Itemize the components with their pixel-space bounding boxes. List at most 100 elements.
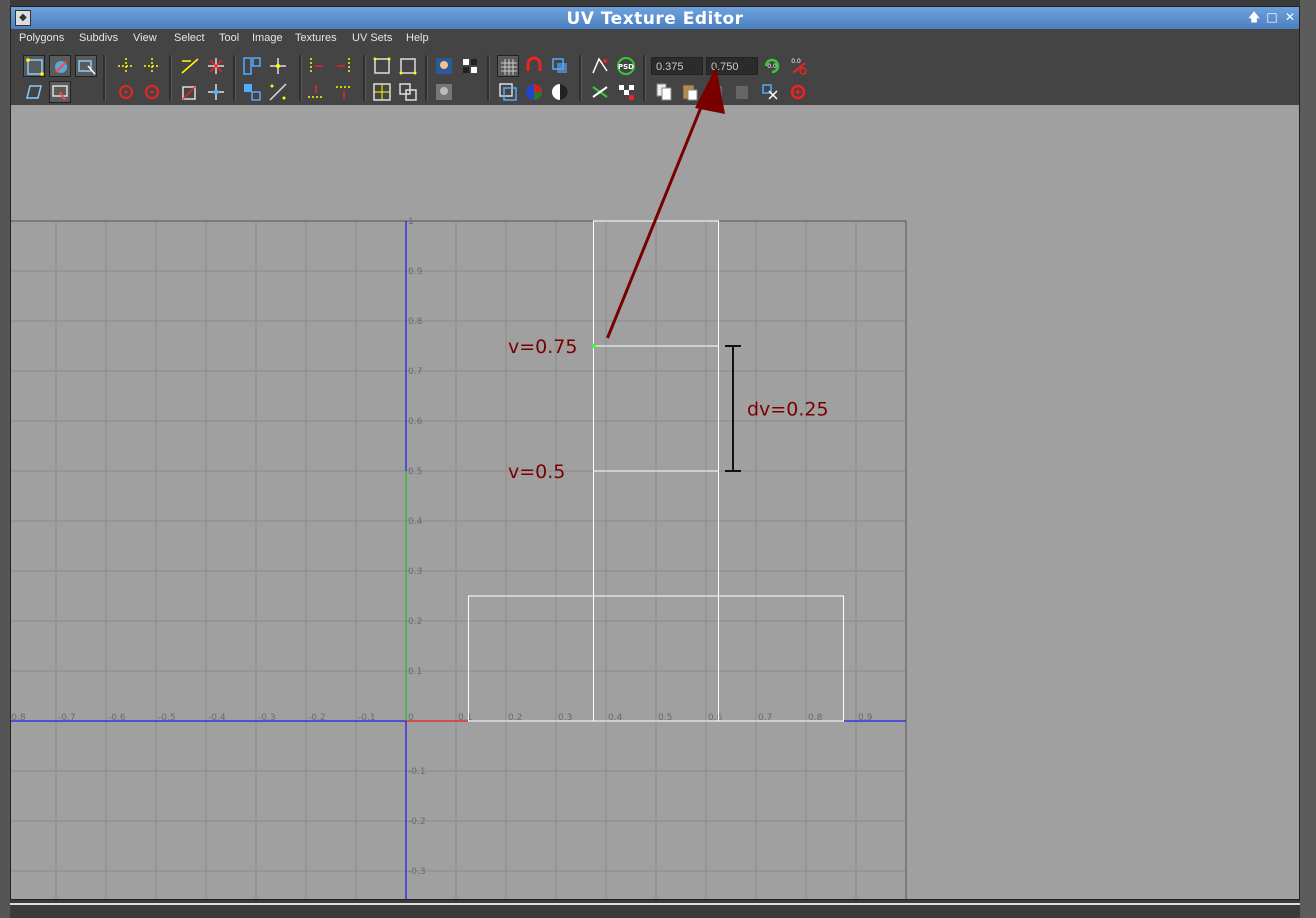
checker-tiles-icon[interactable]: [615, 81, 637, 103]
menu-subdivs[interactable]: Subdivs: [79, 32, 118, 44]
v-axis-tick-label: -0.3: [408, 867, 426, 877]
refresh-uv-values-icon[interactable]: 0.0: [761, 55, 783, 77]
rotate-uvs-icon[interactable]: [787, 81, 809, 103]
u-axis-tick-label: -0.5: [158, 713, 176, 723]
menu-image[interactable]: Image: [252, 32, 283, 44]
menu-tool[interactable]: Tool: [219, 32, 239, 44]
separator: [643, 55, 646, 101]
u-axis-tick-label: 0.9: [858, 713, 873, 723]
paste-v-icon[interactable]: [731, 81, 753, 103]
merge-uvs-icon[interactable]: [205, 81, 227, 103]
menu-textures[interactable]: Textures: [295, 32, 337, 44]
menu-select[interactable]: Select: [174, 32, 205, 44]
split-uvs-icon[interactable]: [205, 55, 227, 77]
flip-u-icon[interactable]: [115, 55, 137, 77]
u-axis-tick-label: -0.4: [208, 713, 226, 723]
uv-snapshot-icon[interactable]: [589, 81, 611, 103]
maximize-icon[interactable]: □: [1265, 10, 1279, 25]
relative-transform-icon[interactable]: 0.0: [787, 55, 809, 77]
uv-smudge-tool-icon[interactable]: [23, 81, 45, 103]
separator: [579, 55, 582, 101]
menu-polygons[interactable]: Polygons: [19, 32, 64, 44]
svg-text:0.0: 0.0: [791, 58, 801, 65]
u-axis-tick-label: -0.7: [58, 713, 76, 723]
v-axis-tick-label: -0.1: [408, 767, 426, 777]
v-axis-tick-label: -0.2: [408, 817, 426, 827]
v-axis-tick-label: 0.4: [408, 517, 423, 527]
v-axis-tick-label: 0.6: [408, 417, 423, 427]
v-axis-tick-label: 0.1: [408, 667, 422, 677]
alpha-channel-icon[interactable]: [549, 81, 571, 103]
bottom-divider: [10, 903, 1300, 905]
normalize-uvs-icon[interactable]: [241, 81, 263, 103]
align-uvs-max-v-icon[interactable]: [333, 81, 355, 103]
window-title: UV Texture Editor: [566, 9, 744, 29]
selected-uv-point: [591, 343, 596, 349]
rgb-channels-icon[interactable]: [523, 81, 545, 103]
image-range-icon[interactable]: [589, 55, 611, 77]
right-background-panel: [1300, 0, 1316, 918]
uv-texture-editor-window: ◆ UV Texture Editor 🡅 □ ✕ Polygons Subdi…: [10, 6, 1300, 900]
left-background-panel: [0, 0, 10, 918]
shaded-uv-icon[interactable]: [549, 55, 571, 77]
separator: [425, 55, 428, 101]
paste-uvs-icon[interactable]: [679, 81, 701, 103]
close-icon[interactable]: ✕: [1283, 10, 1297, 25]
dim-image-icon[interactable]: [433, 81, 455, 103]
uv-move-tool-icon[interactable]: [49, 55, 71, 77]
separator: [233, 55, 236, 101]
title-bar[interactable]: ◆ UV Texture Editor 🡅 □ ✕: [11, 7, 1299, 29]
layout-uvs-icon[interactable]: [241, 55, 263, 77]
display-image-icon[interactable]: [433, 55, 455, 77]
separator: [169, 55, 172, 101]
svg-text:0.0: 0.0: [767, 63, 777, 70]
flip-v-icon[interactable]: [141, 55, 163, 77]
v-axis-tick-label: 0.8: [408, 317, 423, 327]
cycle-uvs-icon[interactable]: [759, 81, 781, 103]
window-shade-icon[interactable]: 🡅: [1247, 10, 1261, 25]
u-axis-tick-label: -0.8: [11, 713, 26, 723]
v-axis-tick-label: 0.2: [408, 617, 422, 627]
copy-uvs-icon[interactable]: [653, 81, 675, 103]
select-back-facing-icon[interactable]: [397, 81, 419, 103]
menu-uv-sets[interactable]: UV Sets: [352, 32, 392, 44]
cut-uv-edges-icon[interactable]: [179, 55, 201, 77]
select-shell-border-icon[interactable]: [397, 55, 419, 77]
paste-u-icon[interactable]: [705, 81, 727, 103]
rotate-ccw-icon[interactable]: [115, 81, 137, 103]
u-axis-tick-label: -0.1: [358, 713, 376, 723]
rotate-cw-icon[interactable]: [141, 81, 163, 103]
u-axis-tick-label: -0.6: [108, 713, 126, 723]
separator: [299, 55, 302, 101]
separator: [363, 55, 366, 101]
uv-grid-canvas[interactable]: -0.8 -0.7 -0.6 -0.5 -0.4 -0.3 -0.2 -0.1 0 0.1 0.2 0…: [11, 94, 1300, 900]
unitize-uvs-icon[interactable]: [267, 81, 289, 103]
toolbar: PSD 0.375 0.750 0.0 0.0: [11, 49, 1299, 105]
grid-uvs-icon[interactable]: [267, 55, 289, 77]
svg-text:PSD: PSD: [618, 63, 634, 71]
v-coordinate-field[interactable]: 0.750: [706, 57, 758, 75]
snap-pixels-icon[interactable]: [523, 55, 545, 77]
annotation-dv: dv=0.25: [747, 399, 829, 421]
uv-select-tool-icon[interactable]: [23, 55, 45, 77]
separator: [103, 55, 106, 101]
select-shell-icon[interactable]: [371, 55, 393, 77]
texture-borders-icon[interactable]: [497, 81, 519, 103]
menu-help[interactable]: Help: [406, 32, 429, 44]
align-uvs-min-u-icon[interactable]: [305, 55, 327, 77]
checker-image-icon[interactable]: [459, 55, 481, 77]
sew-uv-edges-icon[interactable]: [179, 81, 201, 103]
select-front-facing-icon[interactable]: [371, 81, 393, 103]
uv-tweak-tool-icon[interactable]: [49, 81, 71, 103]
uv-lattice-tool-icon[interactable]: [75, 55, 97, 77]
u-axis-tick-label: -0.2: [308, 713, 326, 723]
align-uvs-min-v-icon[interactable]: [305, 81, 327, 103]
v-axis-tick-label: 0.9: [408, 267, 423, 277]
annotation-v-bottom: v=0.5: [508, 461, 565, 483]
toggle-grid-icon[interactable]: [497, 55, 519, 77]
update-psd-icon[interactable]: PSD: [615, 55, 637, 77]
menu-view[interactable]: View: [133, 32, 157, 44]
uv-viewport[interactable]: -0.8 -0.7 -0.6 -0.5 -0.4 -0.3 -0.2 -0.1 0 0.1 0.2 0…: [11, 94, 1300, 900]
align-uvs-max-u-icon[interactable]: [333, 55, 355, 77]
u-coordinate-field[interactable]: 0.375: [651, 57, 703, 75]
